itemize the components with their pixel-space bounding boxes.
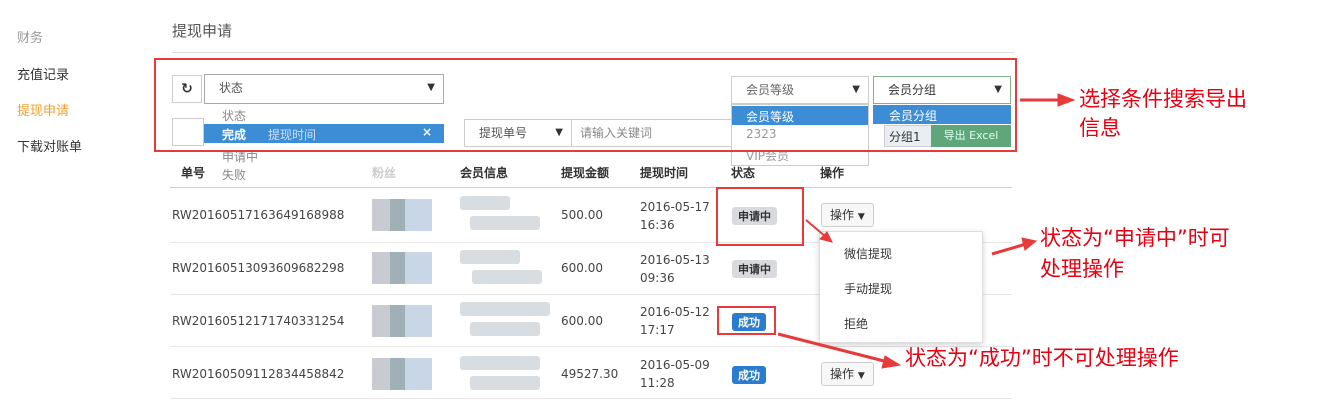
arrow-line-pending-short <box>805 219 827 238</box>
arrow-head-success <box>881 355 902 369</box>
annotation-filter-line1: 选择条件搜索导出 <box>1079 87 1247 111</box>
annotation-success: 状态为“成功”时不可处理操作 <box>905 346 1179 370</box>
annotation-pending-line1: 状态为“申请中”时可 <box>1040 226 1230 250</box>
annotation-filter-line2: 信息 <box>1079 116 1121 140</box>
arrow-head-pending <box>1021 237 1038 251</box>
arrow-head-filter <box>1057 93 1076 107</box>
arrow-line-success <box>777 332 889 364</box>
annotation-pending-line2: 处理操作 <box>1040 257 1124 281</box>
arrow-line-pending <box>991 242 1027 256</box>
